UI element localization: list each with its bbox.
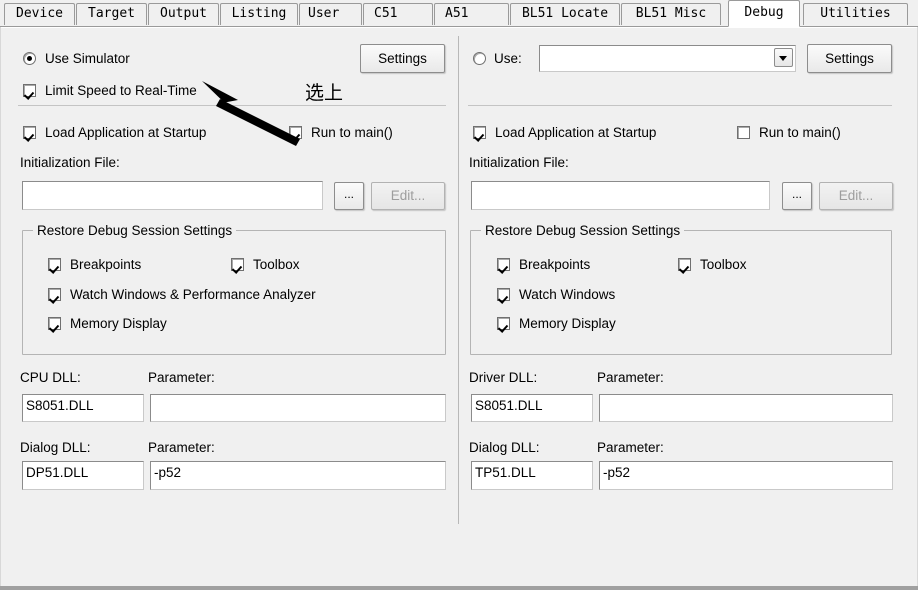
right-panel-separator bbox=[468, 105, 892, 106]
left-edit-button[interactable]: Edit... bbox=[371, 182, 445, 210]
chevron-down-icon[interactable] bbox=[774, 48, 793, 67]
simulator-settings-button[interactable]: Settings bbox=[360, 44, 445, 73]
left-restore-watch-windows-checkbox[interactable] bbox=[48, 288, 61, 301]
right-dialog-dll-label: Dialog DLL: bbox=[469, 440, 540, 455]
right-edit-button[interactable]: Edit... bbox=[819, 182, 893, 210]
left-panel-separator bbox=[18, 105, 446, 106]
options-tab-strip: Device Target Output Listing User C51 A5… bbox=[0, 0, 918, 28]
left-browse-button[interactable]: ... bbox=[334, 182, 364, 210]
tab-target[interactable]: Target bbox=[76, 3, 147, 25]
left-restore-breakpoints-label: Breakpoints bbox=[70, 257, 142, 272]
right-dialog-parameter-input[interactable]: -p52 bbox=[599, 461, 893, 490]
cpu-parameter-input[interactable] bbox=[150, 394, 446, 422]
debug-options-page: Device Target Output Listing User C51 A5… bbox=[0, 0, 918, 594]
panel-bottom-highlight bbox=[0, 590, 918, 594]
cpu-parameter-label: Parameter: bbox=[148, 370, 215, 385]
left-restore-toolbox-label: Toolbox bbox=[253, 257, 300, 272]
left-restore-watch-windows-label: Watch Windows & Performance Analyzer bbox=[70, 287, 316, 302]
left-dialog-parameter-label: Parameter: bbox=[148, 440, 215, 455]
right-run-to-main-label: Run to main() bbox=[759, 125, 841, 140]
right-restore-toolbox-label: Toolbox bbox=[700, 257, 747, 272]
tab-bl51-locate[interactable]: BL51 Locate bbox=[510, 3, 620, 25]
right-initialization-file-label: Initialization File: bbox=[469, 155, 569, 170]
right-dialog-dll-input[interactable]: TP51.DLL bbox=[471, 461, 593, 490]
cpu-dll-label: CPU DLL: bbox=[20, 370, 81, 385]
left-restore-breakpoints-checkbox[interactable] bbox=[48, 258, 61, 271]
left-restore-memory-display-checkbox[interactable] bbox=[48, 317, 61, 330]
tab-utilities[interactable]: Utilities bbox=[803, 3, 908, 25]
driver-combo-box[interactable] bbox=[539, 45, 796, 72]
right-initialization-file-input[interactable] bbox=[471, 181, 770, 210]
right-dialog-parameter-label: Parameter: bbox=[597, 440, 664, 455]
left-load-application-checkbox[interactable] bbox=[23, 126, 36, 139]
driver-parameter-label: Parameter: bbox=[597, 370, 664, 385]
right-restore-breakpoints-label: Breakpoints bbox=[519, 257, 591, 272]
left-restore-session-title: Restore Debug Session Settings bbox=[33, 223, 237, 238]
left-restore-memory-display-label: Memory Display bbox=[70, 316, 167, 331]
panel-divider bbox=[458, 36, 459, 524]
tab-bl51-misc[interactable]: BL51 Misc bbox=[621, 3, 721, 25]
driver-dll-label: Driver DLL: bbox=[469, 370, 538, 385]
right-load-application-label: Load Application at Startup bbox=[495, 125, 657, 140]
annotation-note-text: 选上 bbox=[305, 82, 344, 104]
tab-user[interactable]: User bbox=[299, 3, 362, 25]
limit-speed-checkbox[interactable] bbox=[23, 84, 36, 97]
limit-speed-label: Limit Speed to Real-Time bbox=[45, 83, 197, 98]
tab-a51[interactable]: A51 bbox=[434, 3, 509, 25]
driver-parameter-input[interactable] bbox=[599, 394, 893, 422]
left-initialization-file-input[interactable] bbox=[22, 181, 323, 210]
tab-device[interactable]: Device bbox=[4, 3, 75, 25]
left-dialog-dll-label: Dialog DLL: bbox=[20, 440, 91, 455]
use-simulator-label: Use Simulator bbox=[45, 51, 130, 66]
tab-output[interactable]: Output bbox=[148, 3, 219, 25]
left-load-application-label: Load Application at Startup bbox=[45, 125, 207, 140]
left-dialog-dll-input[interactable]: DP51.DLL bbox=[22, 461, 144, 490]
driver-dll-input[interactable]: S8051.DLL bbox=[471, 394, 593, 422]
panel-left-edge bbox=[0, 27, 1, 586]
left-initialization-file-label: Initialization File: bbox=[20, 155, 120, 170]
right-restore-watch-windows-label: Watch Windows bbox=[519, 287, 616, 302]
right-restore-memory-display-checkbox[interactable] bbox=[497, 317, 510, 330]
left-dialog-parameter-input[interactable]: -p52 bbox=[150, 461, 446, 490]
right-browse-button[interactable]: ... bbox=[782, 182, 812, 210]
left-restore-toolbox-checkbox[interactable] bbox=[231, 258, 244, 271]
right-restore-watch-windows-checkbox[interactable] bbox=[497, 288, 510, 301]
right-restore-session-title: Restore Debug Session Settings bbox=[481, 223, 685, 238]
tab-c51[interactable]: C51 bbox=[363, 3, 433, 25]
tab-listing[interactable]: Listing bbox=[220, 3, 298, 25]
right-load-application-checkbox[interactable] bbox=[473, 126, 486, 139]
use-driver-radio[interactable] bbox=[473, 52, 486, 65]
tab-debug[interactable]: Debug bbox=[728, 0, 800, 27]
right-restore-breakpoints-checkbox[interactable] bbox=[497, 258, 510, 271]
right-restore-toolbox-checkbox[interactable] bbox=[678, 258, 691, 271]
right-run-to-main-checkbox[interactable] bbox=[737, 126, 750, 139]
left-run-to-main-checkbox[interactable] bbox=[289, 126, 302, 139]
use-driver-label: Use: bbox=[494, 51, 522, 66]
use-simulator-radio[interactable] bbox=[23, 52, 36, 65]
left-run-to-main-label: Run to main() bbox=[311, 125, 393, 140]
cpu-dll-input[interactable]: S8051.DLL bbox=[22, 394, 144, 422]
driver-settings-button[interactable]: Settings bbox=[807, 44, 892, 73]
right-restore-memory-display-label: Memory Display bbox=[519, 316, 616, 331]
